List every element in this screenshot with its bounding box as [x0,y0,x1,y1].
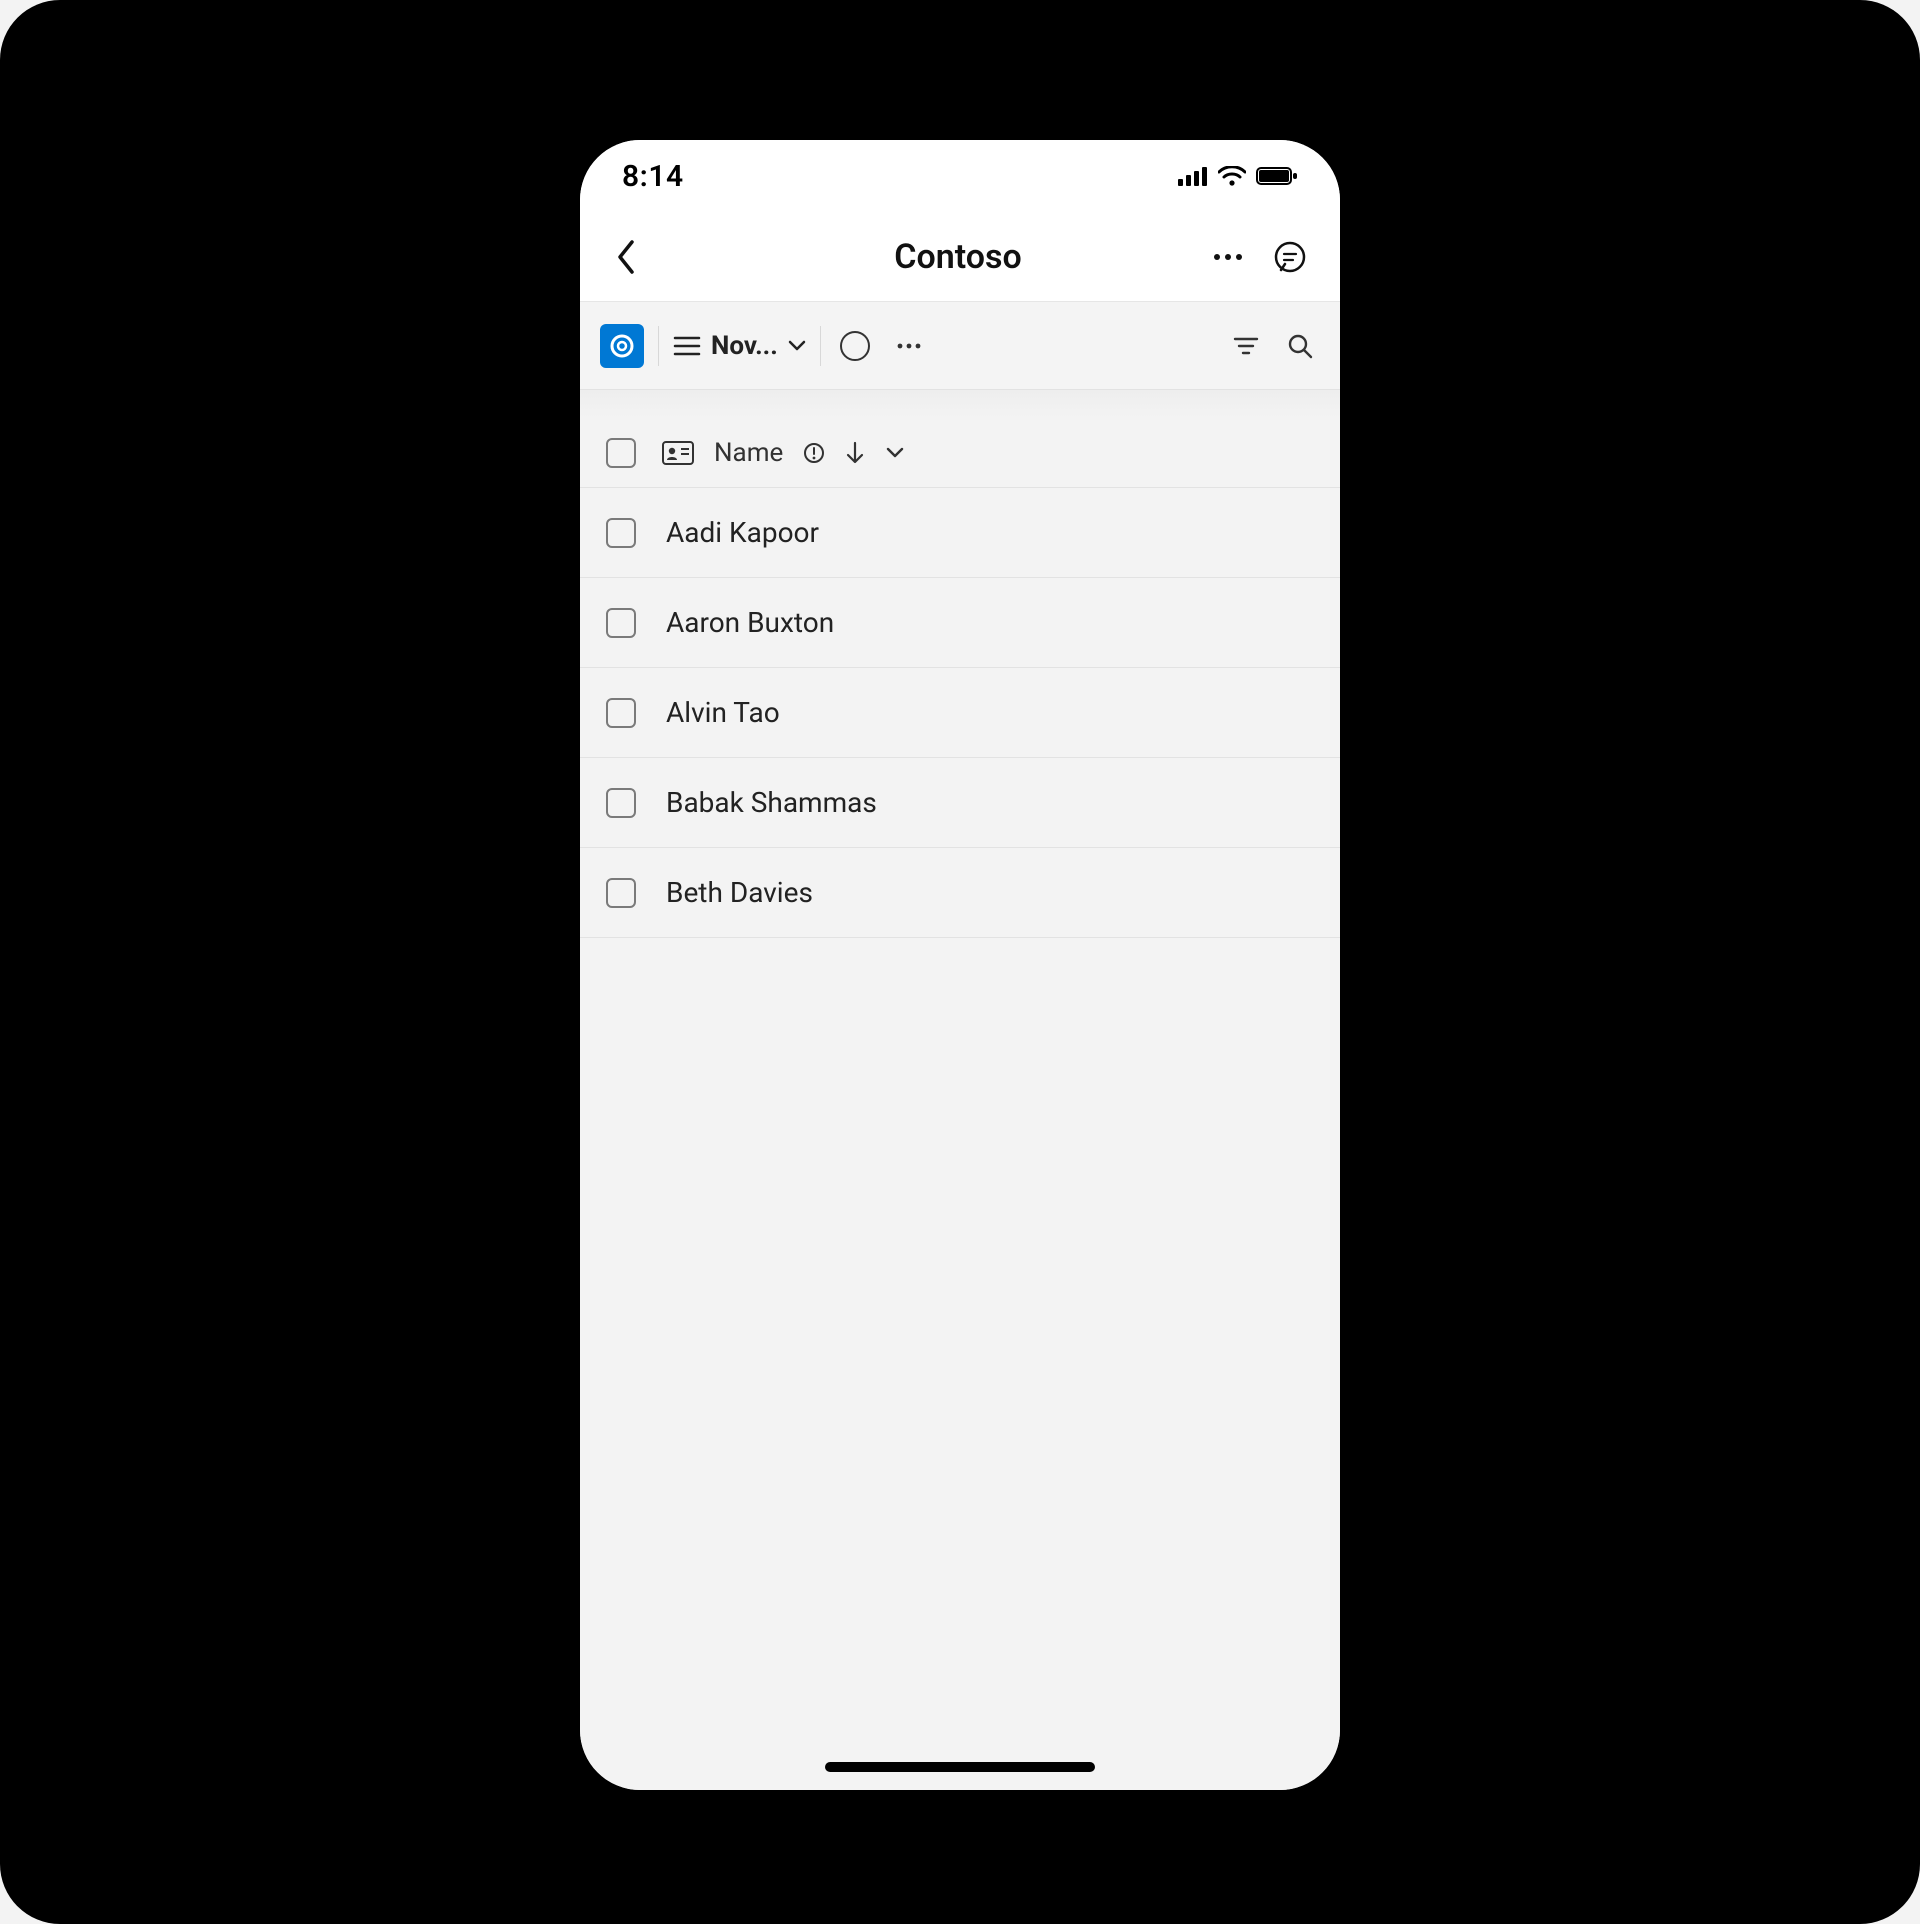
id-card-icon [662,441,694,465]
divider [658,326,659,366]
list-row[interactable]: Beth Davies [580,848,1340,938]
arrow-down-icon[interactable] [845,441,865,465]
alert-circle-icon [803,442,825,464]
status-time: 8:14 [622,159,684,194]
overflow-button[interactable] [889,326,929,366]
status-indicators [1178,166,1298,186]
app-ring-icon [608,332,636,360]
list-row[interactable]: Aadi Kapoor [580,488,1340,578]
list-header: Name [580,418,1340,488]
chat-button[interactable] [1268,235,1312,279]
row-checkbox[interactable] [606,698,636,728]
records-list: Name [580,418,1340,1790]
separator-shadow [580,390,1340,418]
row-name: Aaron Buxton [666,606,834,639]
chevron-left-icon [615,239,637,275]
stage-frame: 8:14 [0,0,1920,1924]
page-title: Contoso [724,237,1192,277]
more-horizontal-icon [897,343,921,349]
search-button[interactable] [1280,326,1320,366]
app-tile[interactable] [600,324,644,368]
row-checkbox[interactable] [606,518,636,548]
view-picker-label: Nov... [711,331,778,361]
row-checkbox[interactable] [606,878,636,908]
row-checkbox[interactable] [606,788,636,818]
command-bar: Nov... [580,302,1340,390]
divider [820,326,821,366]
row-checkbox[interactable] [606,608,636,638]
row-name: Alvin Tao [666,696,780,729]
select-all-checkbox[interactable] [606,438,636,468]
chevron-down-icon [788,340,806,352]
list-row[interactable]: Babak Shammas [580,758,1340,848]
filter-icon [1233,335,1259,357]
status-bar: 8:14 [580,140,1340,212]
more-button[interactable] [1206,235,1250,279]
row-name: Beth Davies [666,876,813,909]
row-name: Aadi Kapoor [666,516,819,549]
battery-icon [1256,166,1298,186]
phone-frame: 8:14 [580,140,1340,1790]
new-record-button[interactable] [835,326,875,366]
more-horizontal-icon [1213,253,1243,261]
chat-icon [1273,240,1307,274]
list-lines-icon [673,335,701,357]
view-picker[interactable]: Nov... [673,331,806,361]
circle-icon [840,331,870,361]
wifi-icon [1218,166,1246,186]
back-button[interactable] [604,235,648,279]
nav-bar: Contoso [580,212,1340,302]
chevron-down-icon[interactable] [885,446,905,460]
filter-button[interactable] [1226,326,1266,366]
search-icon [1287,333,1313,359]
list-row[interactable]: Aaron Buxton [580,578,1340,668]
cellular-icon [1178,166,1208,186]
row-name: Babak Shammas [666,786,877,819]
column-header-name[interactable]: Name [714,438,783,468]
list-row[interactable]: Alvin Tao [580,668,1340,758]
home-indicator[interactable] [825,1762,1095,1772]
